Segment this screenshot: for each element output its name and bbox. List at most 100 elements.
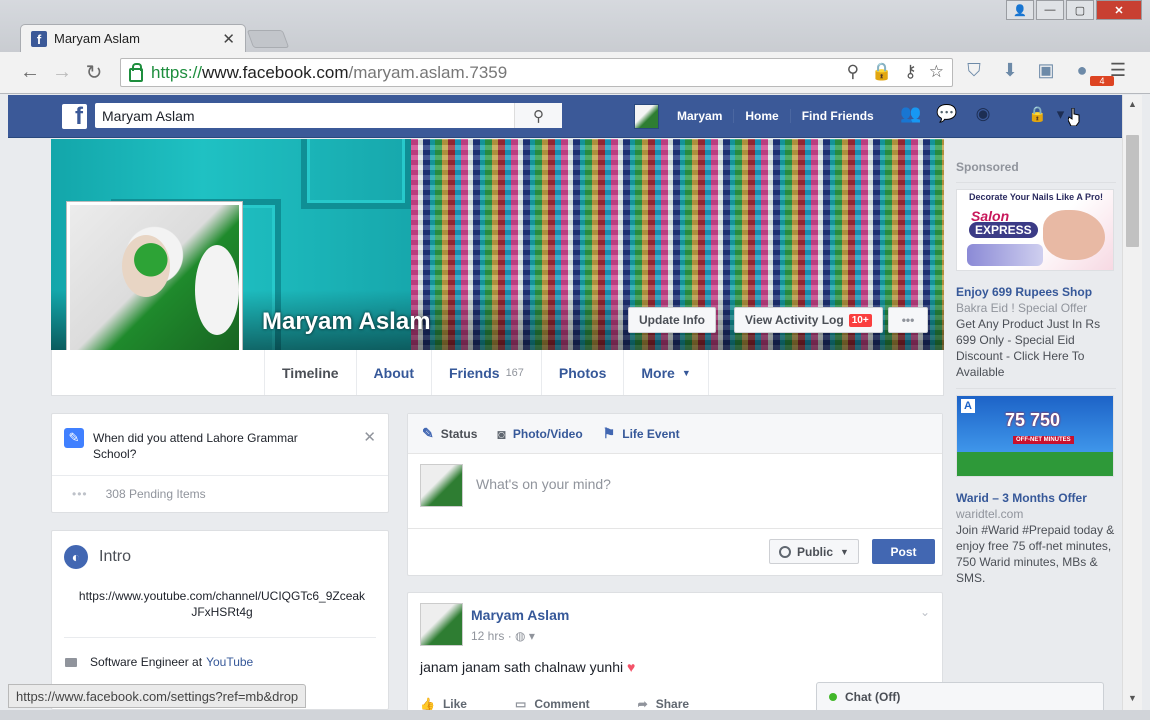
chevron-down-icon[interactable]: ⌄ <box>920 605 930 619</box>
pencil-icon: ✎ <box>64 428 84 448</box>
tab-more[interactable]: More ▼ <box>623 350 709 395</box>
tab-title: Maryam Aslam <box>54 31 140 46</box>
work-company-link[interactable]: YouTube <box>206 655 253 669</box>
like-button[interactable]: 👍 Like <box>420 697 467 711</box>
composer-tab-status[interactable]: ✎ Status <box>422 425 477 442</box>
search-icon[interactable]: ⚲ <box>514 103 562 128</box>
nav-profile-link[interactable]: Maryam <box>666 109 735 123</box>
divider <box>956 182 1116 183</box>
tab-about[interactable]: About <box>355 350 431 395</box>
facebook-header: f Maryam Aslam ⚲ Maryam Home Find Friend… <box>8 95 1142 138</box>
browser-titlebar: f Maryam Aslam ✕ 👤 — ▢ ✕ <box>0 0 1150 52</box>
browser-tab[interactable]: f Maryam Aslam ✕ <box>20 24 246 52</box>
tab-photos[interactable]: Photos <box>540 350 623 395</box>
ad-subtitle: Bakra Eid ! Special Offer <box>956 301 1088 315</box>
facebook-favicon: f <box>31 30 47 47</box>
device-shape <box>967 244 1043 266</box>
address-bar[interactable]: https:// www.facebook.com /maryam.aslam.… <box>120 58 953 87</box>
scroll-down-icon[interactable]: ▼ <box>1128 693 1137 703</box>
download-extension-icon[interactable]: ⬇ <box>998 60 1022 81</box>
scroll-thumb[interactable] <box>1126 135 1139 247</box>
account-menu-icon[interactable]: ▾ <box>1057 105 1065 123</box>
scroll-up-icon[interactable]: ▲ <box>1128 99 1137 109</box>
composer-tab-life-event[interactable]: ⚑ Life Event <box>603 425 680 442</box>
pending-items-label: 308 Pending Items <box>105 487 206 501</box>
privacy-label: Public <box>797 544 834 559</box>
maximize-button[interactable]: ▢ <box>1066 0 1094 20</box>
composer-footer: Public ▼ Post <box>408 528 942 575</box>
post-author[interactable]: Maryam Aslam <box>471 607 569 623</box>
nav-home-link[interactable]: Home <box>734 109 791 123</box>
comment-label: Comment <box>534 697 590 711</box>
intro-bio-link[interactable]: https://www.youtube.com/channel/UCIQGTc6… <box>77 588 367 620</box>
reload-icon[interactable]: ↻ <box>78 60 110 85</box>
view-activity-log-button[interactable]: View Activity Log 10+ <box>734 307 883 333</box>
forward-icon[interactable]: → <box>46 61 78 84</box>
comment-icon: ▭ <box>514 697 527 711</box>
share-label: Share <box>655 697 690 711</box>
page-scrollbar[interactable]: ▲ ▼ <box>1122 95 1142 710</box>
messages-icon[interactable]: 💬 <box>936 104 958 124</box>
pencil-icon: ✎ <box>422 425 434 441</box>
shield-extension-icon[interactable]: ⛉ <box>962 60 986 81</box>
photo-label: Photo/Video <box>512 426 583 441</box>
close-window-button[interactable]: ✕ <box>1096 0 1142 20</box>
window-controls: 👤 — ▢ ✕ <box>1006 0 1142 20</box>
extension-icons: ⛉ ⬇ ▣ ● ☰ 4 <box>962 60 1130 86</box>
update-info-button[interactable]: Update Info <box>628 307 716 333</box>
post-timestamp[interactable]: 12 hrs · ◍ ▾ <box>471 629 535 643</box>
screen-extension-icon[interactable]: ▣ <box>1034 60 1058 81</box>
zoom-icon[interactable]: ⚲ <box>847 62 859 82</box>
right-sidebar: Sponsored Decorate Your Nails Like A Pro… <box>956 160 1116 586</box>
profile-question-card: ✎ When did you attend Lahore Grammar Sch… <box>51 413 389 513</box>
privacy-selector[interactable]: Public ▼ <box>769 539 859 564</box>
divider <box>52 475 388 476</box>
composer-tab-photo[interactable]: ◙ Photo/Video <box>497 426 582 442</box>
friend-requests-icon[interactable]: 👥 <box>900 104 922 124</box>
facebook-logo[interactable]: f <box>62 104 87 129</box>
post-composer: ✎ Status ◙ Photo/Video ⚑ Life Event What's … <box>407 413 943 576</box>
pending-items[interactable]: ••• 308 Pending Items <box>72 487 206 501</box>
ad-image-salon[interactable]: Decorate Your Nails Like A Pro! Salon EX… <box>956 189 1114 271</box>
user-profile-button[interactable]: 👤 <box>1006 0 1034 20</box>
notifications-icon[interactable]: ◉ <box>972 104 994 124</box>
avatar[interactable] <box>634 103 659 129</box>
more-options-button[interactable]: ••• <box>888 307 928 333</box>
ad-image-warid[interactable]: A 75 750 OFF-NET MINUTES <box>956 395 1114 477</box>
key-icon[interactable]: ⚷ <box>904 62 916 82</box>
lock-icon[interactable]: 🔒 <box>871 62 892 82</box>
globe-icon: ◐ <box>64 545 88 569</box>
like-icon: 👍 <box>420 697 435 711</box>
avatar[interactable] <box>420 603 463 646</box>
close-icon[interactable]: ✕ <box>363 428 376 446</box>
life-event-label: Life Event <box>622 426 680 441</box>
ad-title[interactable]: Enjoy 699 Rupees Shop <box>956 285 1116 299</box>
chevron-down-icon: ▼ <box>840 546 849 557</box>
search-input[interactable]: Maryam Aslam ⚲ <box>95 103 562 128</box>
new-tab-button[interactable] <box>246 30 290 48</box>
intro-title: Intro <box>99 548 132 565</box>
composer-input[interactable]: What's on your mind? <box>476 476 611 492</box>
comment-button[interactable]: ▭ Comment <box>515 697 590 711</box>
chat-sidebar-toggle[interactable]: Chat (Off) <box>816 682 1104 710</box>
nav-find-friends-link[interactable]: Find Friends <box>791 109 885 123</box>
profile-name[interactable]: Maryam Aslam <box>262 308 431 336</box>
ad-title[interactable]: Warid – 3 Months Offer <box>956 491 1116 505</box>
minimize-button[interactable]: — <box>1036 0 1064 20</box>
secure-lock-icon <box>129 62 143 82</box>
status-label: Status <box>440 426 478 441</box>
like-label: Like <box>442 697 467 711</box>
flag-icon: ⚑ <box>602 425 616 441</box>
activity-badge: 10+ <box>848 313 872 327</box>
tab-close-icon[interactable]: ✕ <box>222 30 235 48</box>
share-button[interactable]: ➦ Share <box>638 697 689 711</box>
tab-friends[interactable]: Friends 167 <box>430 350 541 395</box>
question-text[interactable]: When did you attend Lahore Grammar Schoo… <box>93 430 343 462</box>
back-icon[interactable]: ← <box>14 61 46 84</box>
tab-timeline[interactable]: Timeline <box>264 350 356 395</box>
privacy-shortcuts-icon[interactable]: 🔒 <box>1028 105 1047 123</box>
header-nav: Maryam Home Find Friends <box>634 102 885 130</box>
post-button[interactable]: Post <box>872 539 935 564</box>
work-label: Software Engineer at <box>90 655 203 669</box>
star-icon[interactable]: ☆ <box>929 62 944 82</box>
